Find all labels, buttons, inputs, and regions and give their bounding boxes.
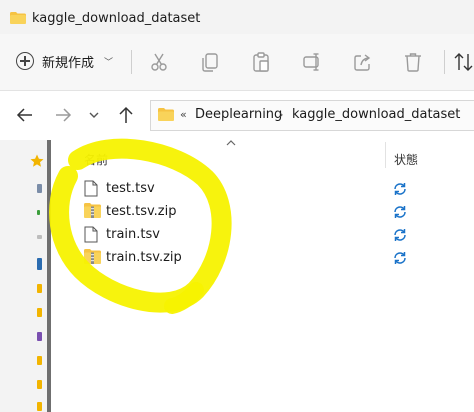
breadcrumb-deeplearning[interactable]: Deeplearning <box>195 107 282 122</box>
rename-icon[interactable] <box>301 51 323 73</box>
cut-icon[interactable] <box>148 51 170 73</box>
file-name: test.tsv <box>106 181 155 196</box>
column-header-name[interactable]: 名前 <box>84 151 108 168</box>
document-icon[interactable] <box>37 235 42 239</box>
folder-icon <box>10 12 26 24</box>
toolbar-divider <box>444 50 445 74</box>
folder-icon[interactable] <box>37 284 42 293</box>
desktop-icon[interactable] <box>37 184 42 193</box>
folder-icon <box>158 108 174 121</box>
folder-icon[interactable] <box>37 308 42 317</box>
sync-pending-icon <box>394 252 406 264</box>
new-button-label: 新規作成 <box>42 55 95 71</box>
document-icon <box>84 226 98 243</box>
sync-pending-icon <box>394 229 406 241</box>
star-icon[interactable] <box>30 154 44 168</box>
chevron-down-icon: ﹀ <box>104 57 114 68</box>
sync-pending-icon <box>394 183 406 195</box>
delete-icon[interactable] <box>402 51 424 73</box>
folder-icon[interactable] <box>37 356 42 365</box>
breadcrumb-kaggle-download-dataset[interactable]: kaggle_download_dataset <box>292 107 460 122</box>
up-arrow-icon[interactable] <box>118 106 134 124</box>
back-arrow-icon[interactable] <box>16 107 34 123</box>
file-name: train.tsv.zip <box>106 250 182 265</box>
pictures-icon[interactable] <box>37 258 42 270</box>
copy-icon[interactable] <box>199 51 221 73</box>
paste-icon[interactable] <box>250 51 272 73</box>
new-button[interactable]: 新規作成 ﹀ <box>16 44 113 78</box>
folder-icon[interactable] <box>37 402 42 411</box>
window-title: kaggle_download_dataset <box>32 11 201 26</box>
zip-folder-icon <box>84 249 101 264</box>
sync-pending-icon <box>394 206 406 218</box>
file-row-train-tsv-zip[interactable]: train.tsv.zip <box>84 247 464 269</box>
file-row-test-tsv-zip[interactable]: test.tsv.zip <box>84 201 464 223</box>
sort-icon[interactable] <box>452 51 474 73</box>
address-overflow-chevron[interactable]: « <box>180 108 187 121</box>
folder-icon[interactable] <box>37 380 42 389</box>
share-icon[interactable] <box>352 51 374 73</box>
file-row-train-tsv[interactable]: train.tsv <box>84 224 464 246</box>
zip-folder-icon <box>84 203 101 218</box>
file-name: train.tsv <box>106 227 160 242</box>
sort-ascending-icon <box>226 140 236 146</box>
plus-icon <box>16 52 34 70</box>
toolbar-divider <box>131 50 132 74</box>
music-icon[interactable] <box>37 332 42 341</box>
nav-pane-scrollbar[interactable] <box>47 140 51 412</box>
pin-icon <box>37 210 40 215</box>
navigation-pane <box>0 140 50 412</box>
breadcrumb-separator-icon[interactable]: › <box>279 108 283 121</box>
column-header-status[interactable]: 状態 <box>394 151 418 168</box>
column-divider[interactable] <box>385 142 386 168</box>
recent-locations-chevron-icon[interactable] <box>89 111 99 119</box>
file-row-test-tsv[interactable]: test.tsv <box>84 178 464 200</box>
forward-arrow-icon[interactable] <box>54 107 72 123</box>
file-name: test.tsv.zip <box>106 204 177 219</box>
document-icon <box>84 180 98 197</box>
